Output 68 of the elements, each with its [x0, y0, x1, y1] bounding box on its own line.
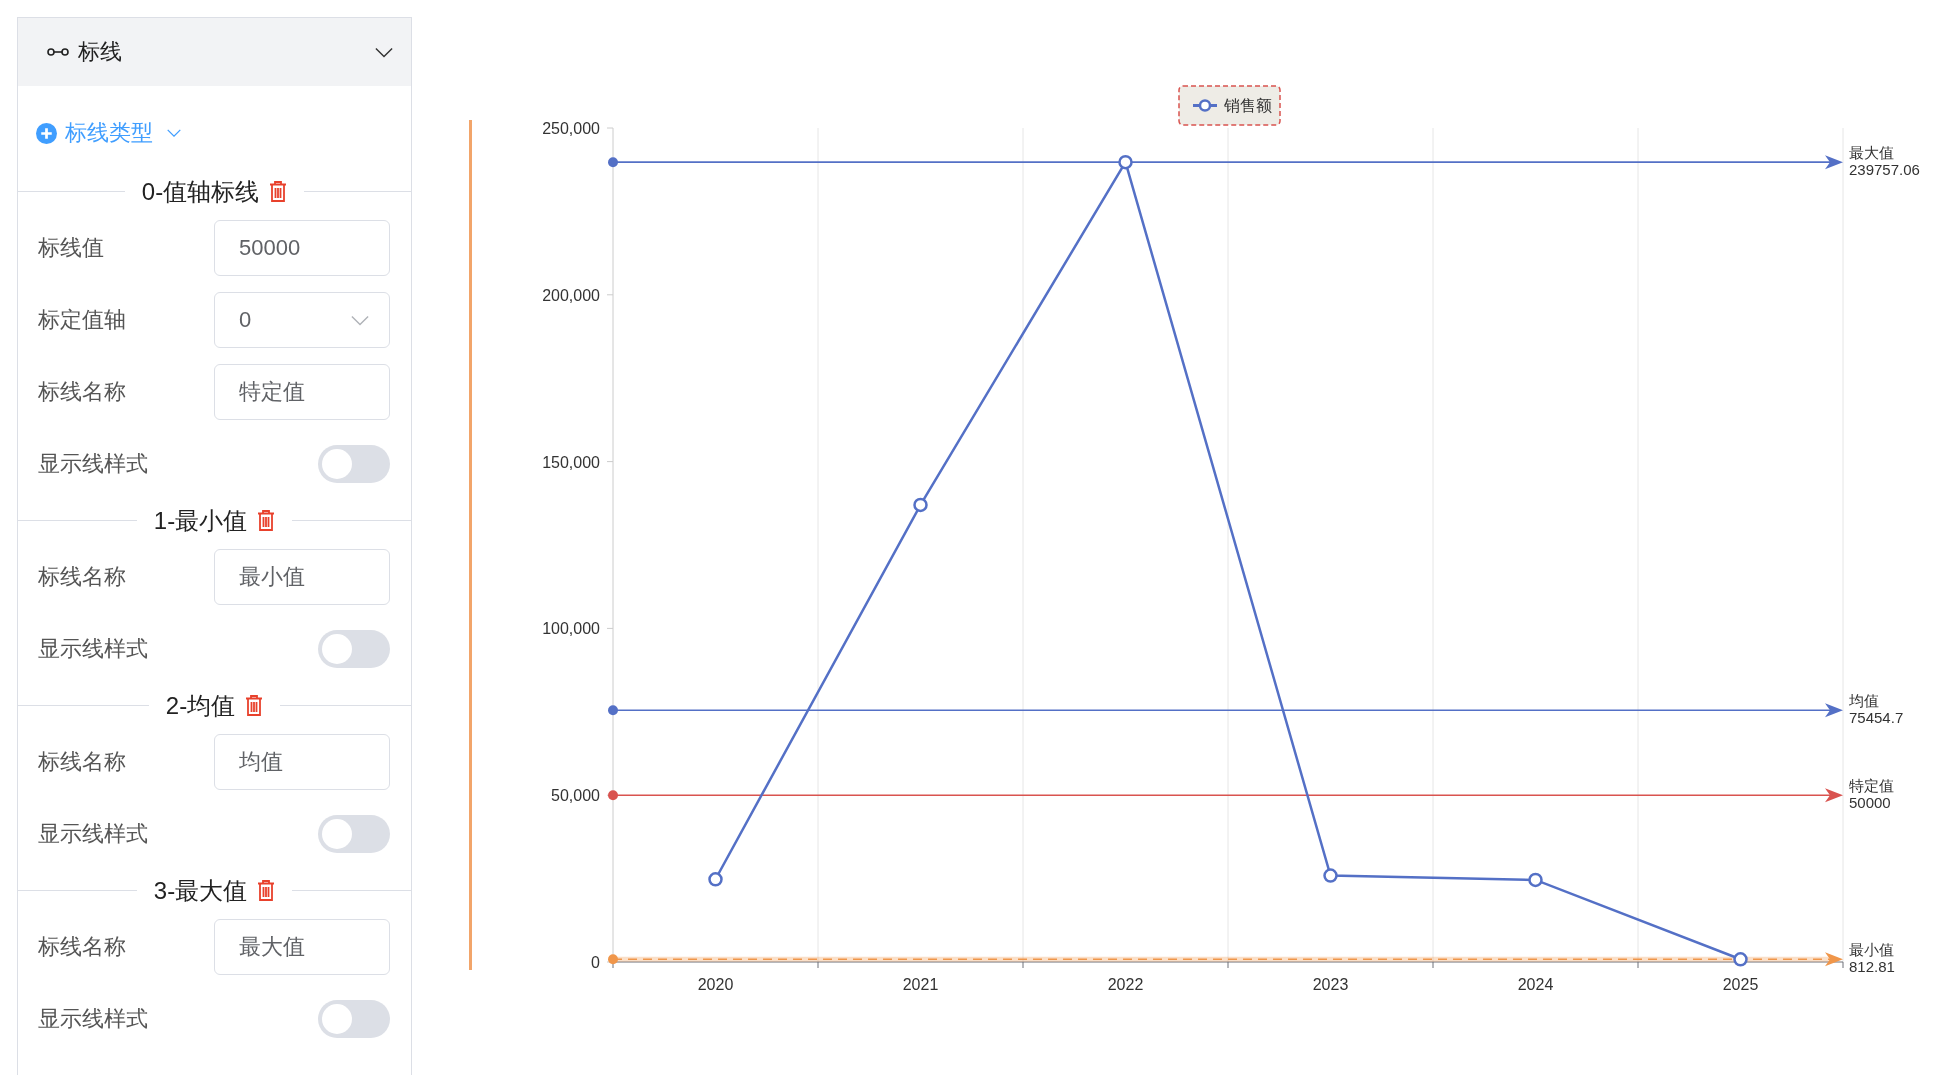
chevron-down-icon	[351, 314, 369, 326]
line-start-dot-icon	[608, 157, 618, 168]
line-start-dot-icon	[608, 954, 618, 965]
chevron-down-icon	[375, 46, 393, 58]
arrowhead-icon	[1825, 788, 1843, 803]
field-label: 显示线样式	[38, 1005, 148, 1033]
legend-item[interactable]: 销售额	[1178, 85, 1281, 126]
field-label: 标线名称	[38, 748, 126, 776]
field-label: 标线名称	[38, 563, 126, 591]
field-label: 标线名称	[38, 933, 126, 961]
text-field[interactable]: 特定值	[214, 364, 390, 420]
field-label: 显示线样式	[38, 635, 148, 663]
legend-label: 销售额	[1223, 97, 1272, 114]
data-point	[1528, 872, 1543, 888]
data-point	[1733, 952, 1748, 967]
x-tick-label: 2024	[1517, 976, 1554, 993]
section-title: 0-值轴标线	[141, 176, 260, 207]
field-label: 显示线样式	[38, 450, 148, 478]
y-tick-label: 100,000	[542, 620, 600, 638]
field-label: 标线值	[38, 234, 104, 262]
field-label: 标线名称	[38, 378, 126, 406]
data-point	[913, 497, 928, 513]
toggle-switch[interactable]	[318, 630, 390, 668]
trash-icon[interactable]	[257, 509, 276, 532]
reference-line-label: 均值 75454.7	[1849, 692, 1904, 727]
trash-icon[interactable]	[257, 879, 276, 902]
connector-icon	[47, 47, 69, 57]
text-field[interactable]: 50000	[214, 220, 390, 276]
panel-header[interactable]: 标线	[18, 18, 411, 86]
x-tick-label: 2025	[1722, 976, 1759, 993]
section-title: 2-均值	[165, 690, 236, 721]
data-point	[1323, 868, 1338, 883]
toggle-switch[interactable]	[318, 445, 390, 483]
trash-icon[interactable]	[269, 180, 288, 203]
field-label: 标定值轴	[38, 306, 126, 334]
y-tick-label: 200,000	[542, 286, 600, 304]
toggle-switch[interactable]	[318, 815, 390, 853]
arrowhead-icon	[1825, 952, 1843, 967]
chevron-down-icon	[167, 129, 181, 137]
x-tick-label: 2021	[902, 976, 939, 993]
text-field[interactable]: 最大值	[214, 919, 390, 975]
trash-icon[interactable]	[245, 694, 264, 717]
y-tick-label: 50,000	[551, 787, 600, 805]
line-start-dot-icon	[608, 790, 618, 801]
y-tick-label: 150,000	[542, 453, 600, 471]
y-tick-label: 0	[591, 954, 600, 971]
field-label: 显示线样式	[38, 820, 148, 848]
reference-line-label: 最大值 239757.06	[1849, 144, 1920, 179]
arrowhead-icon	[1825, 155, 1843, 170]
x-tick-label: 2023	[1312, 976, 1349, 993]
legend-line-icon	[1193, 99, 1217, 112]
plus-circle-icon	[36, 122, 57, 144]
data-point	[1118, 154, 1133, 170]
text-field[interactable]: 均值	[214, 734, 390, 790]
x-tick-label: 2020	[697, 976, 734, 993]
reference-line-label: 最小值 812.81	[1849, 941, 1895, 976]
line-start-dot-icon	[608, 705, 618, 716]
arrowhead-icon	[1825, 703, 1843, 718]
x-tick-label: 2022	[1107, 976, 1144, 993]
text-field[interactable]: 最小值	[214, 549, 390, 605]
reference-line-label: 特定值 50000	[1849, 777, 1894, 812]
section-title: 3-最大值	[153, 875, 248, 906]
section-title: 1-最小值	[153, 505, 248, 536]
data-point	[708, 872, 723, 887]
toggle-switch[interactable]	[318, 1000, 390, 1038]
panel-title: 标线	[78, 38, 122, 66]
select-field[interactable]: 0	[214, 292, 390, 348]
y-tick-label: 250,000	[542, 120, 600, 137]
